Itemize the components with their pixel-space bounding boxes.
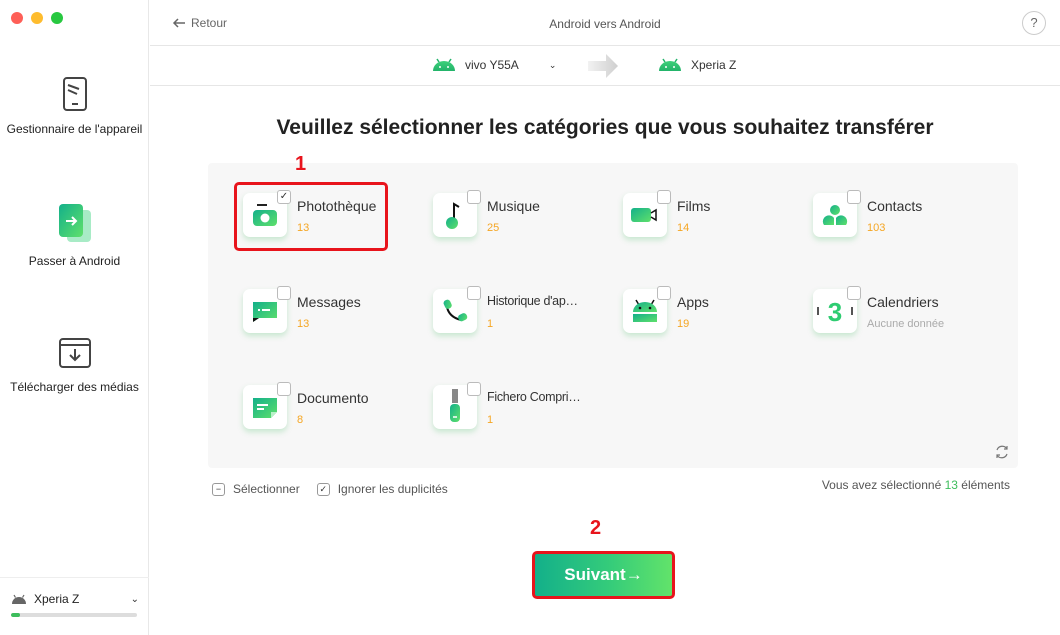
category-checkbox[interactable] [467, 382, 481, 396]
partial-check-icon: − [212, 482, 225, 496]
category-call-history[interactable]: Historique d'ap… 1 [433, 286, 613, 349]
sidebar-item-download-media[interactable]: Télécharger des médias [0, 336, 149, 394]
category-checkbox[interactable] [847, 286, 861, 300]
category-checkbox[interactable] [277, 382, 291, 396]
window-controls [11, 12, 63, 24]
category-label: Documento [297, 390, 369, 406]
ignore-duplicates-checkbox[interactable]: ✓ Ignorer les duplicités [316, 482, 448, 496]
highlight-box-step-1 [234, 182, 388, 251]
category-label: Apps [677, 294, 709, 310]
category-calendars[interactable]: 3 Calendriers Aucune donnée [813, 286, 993, 349]
category-checkbox[interactable] [467, 286, 481, 300]
device-name: Xperia Z [34, 592, 80, 606]
options-row: − Sélectionner ✓ Ignorer les duplicités [212, 482, 465, 496]
refresh-icon[interactable] [994, 444, 1010, 460]
category-count: 13 [297, 318, 310, 330]
category-count: 103 [867, 222, 886, 234]
category-checkbox[interactable] [467, 190, 481, 204]
category-label: Contacts [867, 198, 923, 214]
category-checkbox[interactable] [657, 286, 671, 300]
svg-text:3: 3 [828, 297, 842, 326]
category-checkbox[interactable] [657, 190, 671, 204]
target-device-name: Xperia Z [691, 58, 737, 72]
sidebar: Gestionnaire de l'appareil Passer à Andr… [0, 0, 149, 635]
download-media-icon [58, 338, 91, 368]
category-label: Musique [487, 198, 540, 214]
category-label: Historique d'ap… [487, 294, 578, 308]
chevron-down-icon[interactable]: ⌄ [131, 594, 139, 605]
step-number-1: 1 [295, 153, 307, 175]
chevron-down-icon[interactable]: ⌄ [549, 60, 557, 71]
category-label: Messages [297, 294, 361, 310]
category-documents[interactable]: Documento 8 [243, 382, 423, 445]
category-label: Films [677, 198, 711, 214]
check-icon: ✓ [316, 482, 330, 496]
call-history-icon [443, 299, 468, 322]
window-title: Android vers Android [549, 17, 661, 31]
close-window-button[interactable] [11, 12, 23, 24]
calendar-icon: 3 [817, 297, 853, 326]
category-label: Fichero Compri… [487, 390, 581, 404]
category-compressed-files[interactable]: Fichero Compri… 1 [433, 382, 613, 445]
category-count: 14 [677, 222, 690, 234]
android-icon [12, 594, 26, 604]
android-apps-icon [633, 299, 657, 322]
selection-status: Vous avez sélectionné 13 éléments [821, 478, 1010, 492]
category-messages[interactable]: Messages 13 [243, 286, 423, 349]
storage-progress-fill [11, 613, 20, 617]
category-label: Calendriers [867, 294, 939, 310]
music-note-icon [446, 202, 460, 229]
help-button[interactable]: ? [1022, 11, 1046, 35]
transfer-arrow-icon [588, 54, 618, 78]
category-count: 1 [487, 318, 494, 330]
category-count: 25 [487, 222, 500, 234]
maximize-window-button[interactable] [51, 12, 63, 24]
contacts-icon [822, 205, 848, 225]
category-films[interactable]: Films 14 [623, 190, 803, 253]
transfer-icon [58, 204, 91, 242]
android-icon [659, 58, 681, 71]
minimize-window-button[interactable] [31, 12, 43, 24]
header: Retour Android vers Android ? [150, 0, 1060, 46]
video-camera-icon [631, 208, 657, 222]
message-icon [253, 302, 277, 322]
category-apps[interactable]: Apps 19 [623, 286, 803, 349]
target-device: Xperia Z [658, 58, 736, 72]
sidebar-item-device-manager[interactable]: Gestionnaire de l'appareil [0, 76, 149, 136]
sidebar-item-switch-to-android[interactable]: Passer à Android [0, 204, 149, 268]
connected-device-selector[interactable]: Xperia Z ⌄ [0, 577, 149, 635]
category-contacts[interactable]: Contacts 103 [813, 190, 993, 253]
source-device-selector[interactable]: vivo Y55A ⌄ [432, 58, 556, 72]
source-device-name: vivo Y55A [465, 58, 519, 72]
category-checkbox[interactable] [277, 286, 291, 300]
category-count: 1 [487, 414, 494, 426]
document-icon [253, 398, 277, 418]
category-count: 19 [677, 318, 690, 330]
android-icon [433, 58, 455, 71]
sidebar-item-label: Télécharger des médias [10, 380, 139, 394]
sidebar-item-label: Gestionnaire de l'appareil [6, 122, 143, 136]
select-all-checkbox[interactable]: − Sélectionner [212, 482, 300, 496]
selected-count: 13 [944, 478, 958, 492]
device-bar: vivo Y55A ⌄ Xperia Z [150, 46, 1060, 86]
category-music[interactable]: Musique 25 [433, 190, 613, 253]
page-heading: Veuillez sélectionner les catégories que… [276, 116, 934, 139]
storage-progress-bar [11, 613, 137, 617]
step-number-2: 2 [590, 517, 602, 539]
category-checkbox[interactable] [847, 190, 861, 204]
phone-icon [62, 77, 87, 111]
category-count: Aucune donnée [867, 318, 945, 330]
category-count: 8 [297, 414, 304, 426]
zip-file-icon [450, 389, 460, 422]
sidebar-item-label: Passer à Android [28, 254, 121, 268]
app-window: Gestionnaire de l'appareil Passer à Andr… [0, 0, 1060, 635]
next-button[interactable]: Suivant→ [532, 551, 675, 599]
